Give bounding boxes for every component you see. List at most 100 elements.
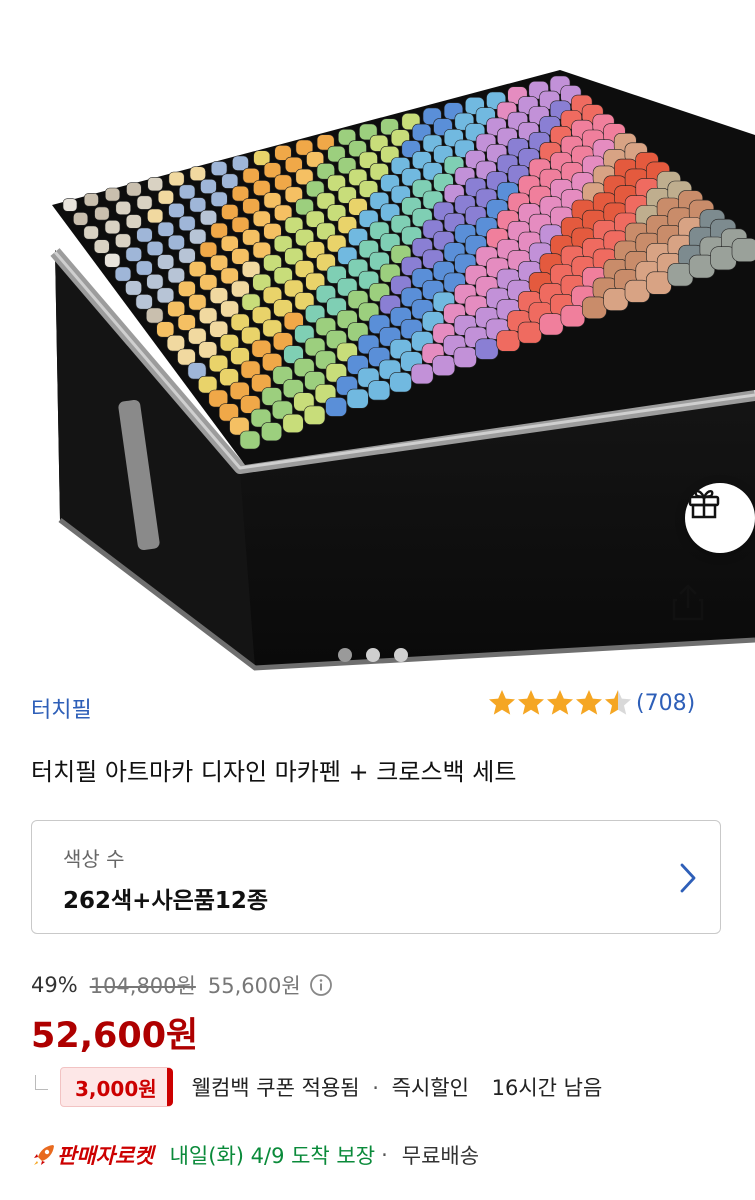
product-title: 터치필 아트마카 디자인 마카펜 + 크로스백 세트	[31, 758, 517, 786]
marker-cap	[303, 405, 326, 425]
marker-cap	[115, 233, 132, 248]
coupon-notch	[166, 1068, 173, 1106]
marker-cap	[93, 239, 110, 254]
marker-cap	[178, 248, 196, 264]
marker-cap	[189, 166, 206, 181]
chevron-right-icon	[680, 863, 696, 893]
star-icon	[489, 690, 515, 715]
marker-cap	[200, 179, 217, 194]
marker-cap	[94, 206, 110, 221]
rocket-icon	[34, 1145, 54, 1165]
rocket-label: 판매자로켓	[57, 1144, 154, 1168]
marker-cap	[261, 422, 282, 442]
marker-cap	[624, 279, 651, 303]
share-icon	[672, 584, 704, 621]
marker-cap	[125, 247, 142, 262]
marker-cap	[104, 253, 121, 268]
gallery-pagination	[338, 648, 408, 662]
option-selector[interactable]: 색상 수 262색+사은품12종	[31, 820, 721, 934]
marker-cap	[62, 198, 78, 212]
marker-cap	[210, 161, 228, 176]
marker-cap	[189, 228, 207, 245]
marker-cap	[581, 296, 607, 319]
marker-cap	[125, 280, 142, 296]
marker-cap	[167, 267, 185, 284]
coupon-badge: 3,000원	[60, 1067, 173, 1107]
marker-cap	[282, 413, 304, 434]
marker-cap	[239, 430, 261, 450]
pagination-dot[interactable]	[366, 648, 380, 662]
marker-cap	[125, 214, 142, 229]
base-price: 55,600원	[207, 974, 301, 998]
arrival-guarantee: 내일(화) 4/9 도착 보장	[169, 1144, 376, 1168]
marker-cap	[83, 193, 99, 207]
marker-cap	[135, 294, 153, 310]
marker-cap	[167, 300, 186, 317]
marker-cap	[346, 388, 369, 409]
coupon-amount: 3,000원	[75, 1076, 157, 1101]
brand-link[interactable]: 터치필	[31, 692, 92, 724]
instant-discount: 즉시할인	[391, 1076, 469, 1100]
marker-cap	[474, 338, 499, 360]
marker-cap	[83, 225, 99, 240]
star-icon	[605, 690, 631, 715]
star-icon	[518, 690, 544, 715]
share-button[interactable]	[670, 582, 716, 628]
original-price: 104,800원	[89, 974, 196, 998]
option-value: 262색+사은품12종	[63, 888, 269, 914]
marker-cap	[199, 241, 218, 258]
marker-cap	[157, 254, 175, 270]
marker-cap	[168, 171, 185, 187]
marker-cap	[105, 187, 121, 202]
separator: ·	[381, 1143, 388, 1167]
coupon-applied: 웰컴백 쿠폰 적용됨	[191, 1076, 360, 1100]
marker-cap	[389, 372, 412, 393]
marker-cap	[200, 210, 218, 226]
marker-cap	[73, 212, 89, 226]
rating[interactable]: (708)	[487, 688, 695, 718]
marker-cap	[156, 287, 175, 304]
marker-cap	[178, 215, 196, 231]
pagination-dot[interactable]	[338, 648, 352, 662]
marker-cap	[189, 197, 207, 213]
marker-cap	[210, 191, 228, 207]
marker-cap	[156, 321, 175, 338]
marker-cap	[325, 397, 347, 417]
marker-cap	[115, 201, 132, 216]
pagination-dot[interactable]	[394, 648, 408, 662]
delivery-row: 판매자로켓 내일(화) 4/9 도착 보장 · 무료배송	[31, 1140, 479, 1170]
product-image-gallery[interactable]	[0, 0, 755, 675]
marker-cap	[168, 234, 185, 251]
marker-cap	[453, 346, 477, 368]
marker-cap	[146, 241, 164, 256]
marker-cap	[539, 313, 564, 336]
marker-cap	[603, 288, 629, 311]
discount-rate: 49%	[31, 973, 78, 997]
gift-button[interactable]	[685, 483, 755, 553]
marker-cap	[146, 273, 164, 290]
marker-cap	[560, 304, 586, 328]
marker-cap	[147, 177, 163, 192]
option-label: 색상 수	[63, 847, 125, 871]
marker-cap	[178, 280, 196, 297]
marker-cap	[136, 260, 153, 276]
marker-cap	[136, 227, 153, 243]
star-icon	[547, 690, 573, 715]
price-row: 49% 104,800원 55,600원	[31, 970, 333, 1000]
marker-cap	[188, 261, 207, 277]
marker-cap	[731, 238, 755, 262]
marker-cap	[432, 355, 456, 377]
marker-cap	[166, 334, 185, 352]
marker-cap	[114, 266, 132, 282]
info-icon[interactable]	[309, 973, 333, 997]
final-price: 52,600원	[31, 1016, 199, 1056]
marker-cap	[157, 190, 174, 205]
review-count[interactable]: (708)	[636, 691, 695, 716]
marker-cap	[168, 203, 185, 218]
star-icon	[576, 690, 602, 715]
product-image	[50, 70, 755, 671]
marker-cap	[410, 363, 434, 385]
corner-line	[35, 1074, 48, 1090]
coupon-text: 웰컴백 쿠폰 적용됨 · 즉시할인 16시간 남음	[192, 1072, 603, 1102]
marker-cap	[126, 182, 142, 197]
